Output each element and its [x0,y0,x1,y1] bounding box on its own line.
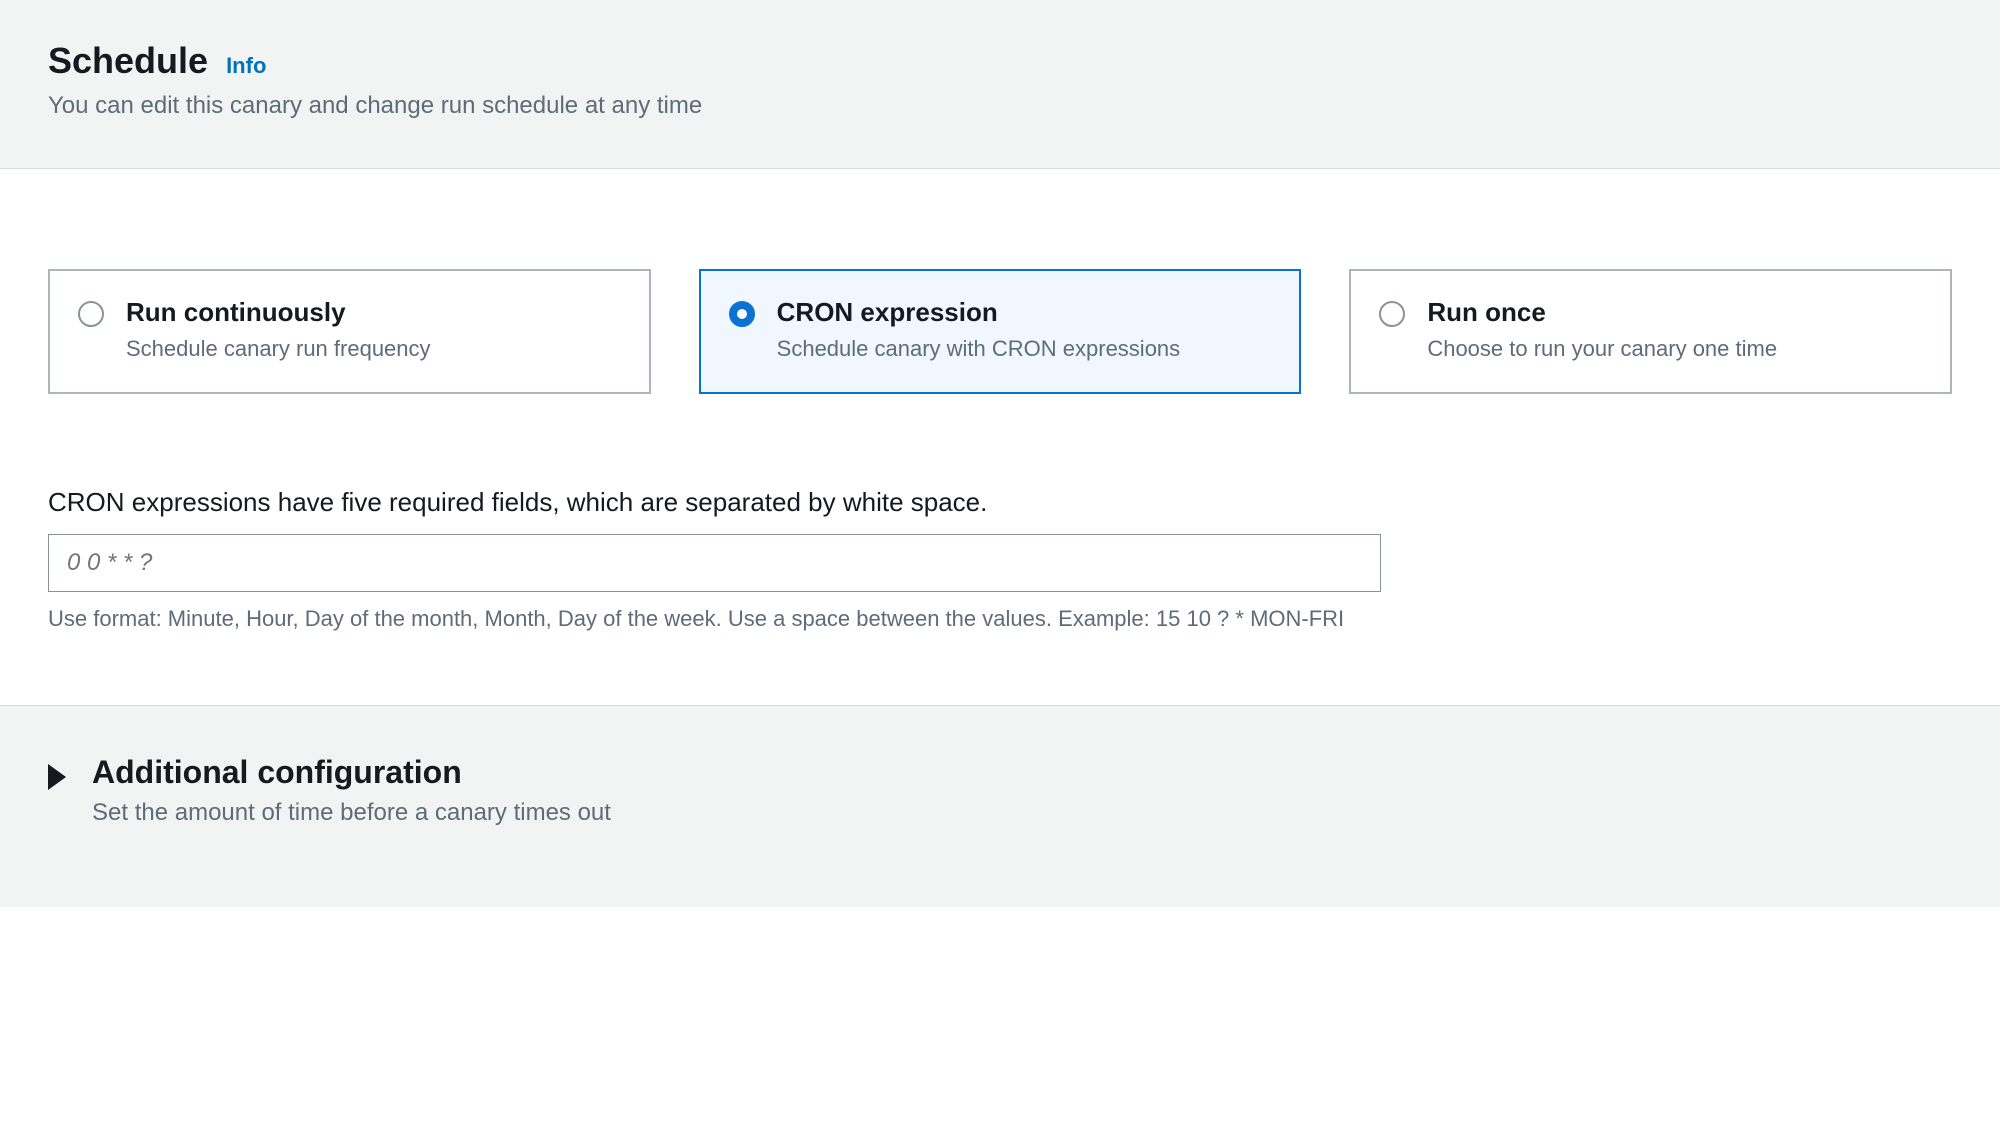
tile-description: Schedule canary with CRON expressions [777,334,1272,364]
tile-title: Run continuously [126,297,621,328]
cron-field-label: CRON expressions have five required fiel… [48,484,1952,520]
additional-config-section: Additional configuration Set the amount … [0,705,2000,907]
additional-config-expander[interactable]: Additional configuration Set the amount … [48,754,1952,827]
schedule-mode-tiles: Run continuously Schedule canary run fre… [48,269,1952,394]
cron-expression-input[interactable] [48,534,1381,592]
tile-title: CRON expression [777,297,1272,328]
expander-text: Additional configuration Set the amount … [92,754,611,827]
tile-text: Run continuously Schedule canary run fre… [126,297,621,364]
schedule-title-row: Schedule Info [48,40,1952,82]
schedule-subtitle: You can edit this canary and change run … [48,92,1952,120]
radio-icon [1379,301,1405,327]
tile-description: Schedule canary run frequency [126,334,621,364]
caret-right-icon [48,764,66,790]
schedule-title: Schedule [48,40,208,82]
tile-title: Run once [1427,297,1922,328]
radio-icon [78,301,104,327]
additional-config-title: Additional configuration [92,754,611,791]
additional-config-description: Set the amount of time before a canary t… [92,799,611,827]
tile-description: Choose to run your canary one time [1427,334,1922,364]
tile-text: Run once Choose to run your canary one t… [1427,297,1922,364]
schedule-body: Run continuously Schedule canary run fre… [0,169,2000,705]
tile-cron-expression[interactable]: CRON expression Schedule canary with CRO… [699,269,1302,394]
tile-text: CRON expression Schedule canary with CRO… [777,297,1272,364]
radio-icon [729,301,755,327]
schedule-header: Schedule Info You can edit this canary a… [0,0,2000,169]
cron-field-hint: Use format: Minute, Hour, Day of the mon… [48,604,1381,635]
tile-run-once[interactable]: Run once Choose to run your canary one t… [1349,269,1952,394]
tile-run-continuously[interactable]: Run continuously Schedule canary run fre… [48,269,651,394]
info-link[interactable]: Info [226,53,266,79]
